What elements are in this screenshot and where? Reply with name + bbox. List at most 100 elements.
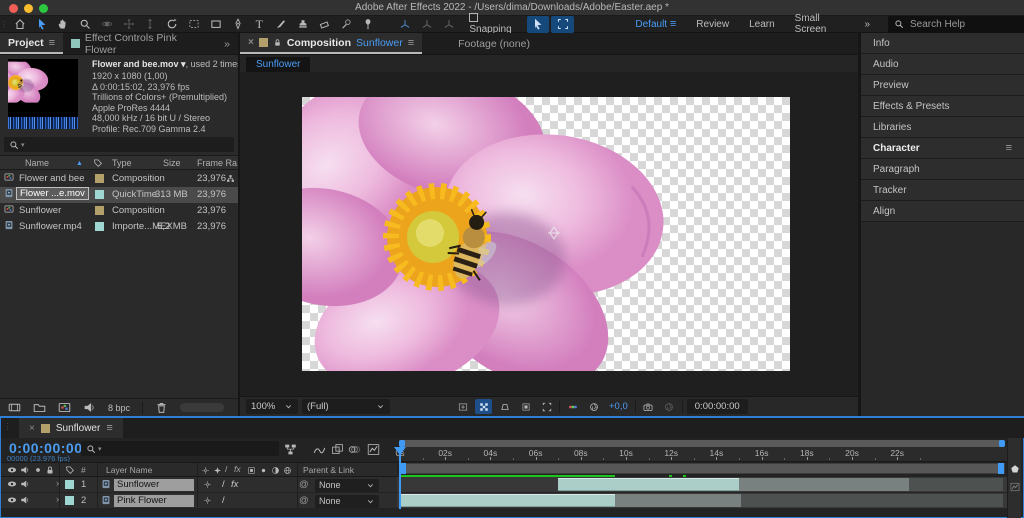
- sort-asc-icon[interactable]: ▲: [76, 160, 83, 167]
- panel-menu-icon[interactable]: ≡: [1006, 142, 1012, 154]
- layer-quality-switch[interactable]: /: [222, 479, 225, 490]
- rotation-tool[interactable]: [161, 16, 183, 33]
- item-label-chip[interactable]: [95, 206, 104, 215]
- guides-options-button[interactable]: [454, 399, 471, 414]
- snapping-toggle[interactable]: Snapping: [459, 13, 525, 35]
- lock-column-icon[interactable]: [45, 464, 55, 475]
- layer-label-chip[interactable]: [65, 480, 74, 489]
- eraser-tool[interactable]: [314, 16, 336, 33]
- crop-region-button[interactable]: [538, 399, 555, 414]
- show-snapshot-button[interactable]: [661, 399, 678, 414]
- col-name[interactable]: Name: [25, 158, 49, 168]
- roto-brush-tool[interactable]: [335, 16, 357, 33]
- panel-menu-icon[interactable]: ≡: [106, 422, 112, 434]
- navigator-end-handle[interactable]: [999, 440, 1005, 447]
- table-row[interactable]: Sunflower Composition 23,976: [0, 203, 238, 219]
- world-axis-mode[interactable]: [416, 16, 438, 33]
- col-layer-name[interactable]: Layer Name: [106, 465, 152, 475]
- item-label-chip[interactable]: [95, 174, 104, 183]
- item-name[interactable]: Flower ...e.mov: [16, 187, 89, 200]
- item-name[interactable]: Flower and bee: [16, 173, 87, 184]
- workspace-learn[interactable]: Learn: [739, 19, 785, 30]
- mask-visibility-toggle[interactable]: [496, 399, 513, 414]
- layer-row[interactable]: › 1 Sunflower / fx @ None: [1, 477, 397, 493]
- table-row[interactable]: Sunflower.mp4 Importe...MEX 5,2 MB 23,976: [0, 219, 238, 235]
- table-row[interactable]: Flower and bee Composition 23,976: [0, 171, 238, 187]
- divider[interactable]: [238, 33, 240, 416]
- layer-name[interactable]: Sunflower: [114, 479, 194, 491]
- item-label-chip[interactable]: [95, 190, 104, 199]
- rectangle-tool[interactable]: [205, 16, 227, 33]
- graph-editor-toggle-icon[interactable]: [367, 443, 380, 456]
- layer-visibility-toggle[interactable]: [7, 495, 17, 506]
- search-help-field[interactable]: Search Help: [888, 15, 1024, 33]
- search-options-icon[interactable]: ▾: [21, 141, 25, 149]
- viewer-timecode[interactable]: 0:00:00:00: [686, 399, 748, 414]
- label-column-icon[interactable]: [65, 464, 75, 475]
- layer-audio-toggle[interactable]: [20, 495, 30, 506]
- zoom-tool[interactable]: [74, 16, 96, 33]
- col-size[interactable]: Size: [163, 158, 181, 168]
- switch-star-icon[interactable]: [213, 465, 222, 475]
- layer-duration-bar[interactable]: [400, 494, 615, 507]
- exposure-value[interactable]: +0,0: [606, 401, 631, 412]
- playhead-handle[interactable]: [394, 447, 406, 461]
- sidebar-item-character[interactable]: Character ≡: [861, 138, 1024, 159]
- tab-composition-sunflower[interactable]: × Composition Sunflower ≡: [240, 33, 423, 54]
- view-axis-mode[interactable]: [438, 16, 460, 33]
- switch-globe-icon[interactable]: [283, 465, 292, 475]
- snap-option-2[interactable]: [551, 15, 575, 33]
- project-search-field[interactable]: ▾: [4, 137, 234, 152]
- frame-blending-toggle-icon[interactable]: [331, 443, 344, 456]
- sidebar-item-audio[interactable]: Audio: [861, 54, 1024, 75]
- switch-blur-icon[interactable]: [259, 465, 268, 475]
- close-tab-icon[interactable]: ×: [248, 37, 254, 48]
- magnification-select[interactable]: 100%: [246, 399, 298, 414]
- sidebar-item-tracker[interactable]: Tracker: [861, 180, 1024, 201]
- col-type[interactable]: Type: [112, 158, 132, 168]
- layer-duration-bar[interactable]: [558, 478, 739, 491]
- comp-button[interactable]: [1010, 482, 1020, 492]
- local-axis-mode[interactable]: [394, 16, 416, 33]
- workspace-overflow-button[interactable]: »: [854, 19, 880, 30]
- col-frame-rate[interactable]: Frame Ra..: [197, 158, 242, 168]
- sidebar-item-align[interactable]: Align: [861, 201, 1024, 222]
- col-parent-link[interactable]: Parent & Link: [303, 465, 354, 475]
- timeline-search-field[interactable]: ▾: [81, 441, 279, 456]
- workspace-small-screen[interactable]: Small Screen: [785, 13, 855, 35]
- item-name[interactable]: Sunflower: [16, 205, 64, 216]
- layer-anchor-switch[interactable]: [203, 495, 212, 506]
- puppet-pin-tool[interactable]: [357, 16, 379, 33]
- switch-quality-icon[interactable]: /: [225, 464, 227, 474]
- close-tab-icon[interactable]: ×: [29, 423, 35, 434]
- trash-icon[interactable]: [155, 401, 168, 414]
- parent-pickwhip-icon[interactable]: @: [299, 479, 309, 490]
- video-column-icon[interactable]: [7, 464, 17, 475]
- color-depth-button[interactable]: 8 bpc: [108, 403, 130, 413]
- parent-link-select[interactable]: None: [315, 478, 379, 492]
- home-tool[interactable]: [9, 16, 31, 33]
- switch-anchor-icon[interactable]: [201, 465, 210, 475]
- shy-layers-toggle-icon[interactable]: [313, 443, 326, 456]
- switch-fx-icon[interactable]: fx: [234, 464, 241, 474]
- divider[interactable]: [858, 33, 861, 416]
- sidebar-item-info[interactable]: Info: [861, 33, 1024, 54]
- layer-audio-toggle[interactable]: [20, 479, 30, 490]
- switch-half-icon[interactable]: [271, 465, 280, 475]
- layer-duration-bar-dimmed[interactable]: [614, 494, 742, 507]
- layer-track[interactable]: [397, 493, 1007, 509]
- sidebar-item-paragraph[interactable]: Paragraph: [861, 159, 1024, 180]
- dolly-camera-tool[interactable]: [140, 16, 162, 33]
- col-number[interactable]: #: [81, 465, 86, 475]
- transparency-grid-toggle[interactable]: [475, 399, 492, 414]
- search-options-icon[interactable]: ▾: [98, 445, 102, 453]
- parent-pickwhip-icon[interactable]: @: [299, 495, 309, 506]
- snap-option-1[interactable]: [526, 15, 550, 33]
- comp-marker-button[interactable]: [1010, 464, 1020, 474]
- channel-select-button[interactable]: [564, 399, 581, 414]
- audio-column-icon[interactable]: [20, 464, 30, 475]
- layer-row[interactable]: › 2 Pink Flower / @ None: [1, 493, 397, 509]
- sidebar-item-effects-presets[interactable]: Effects & Presets: [861, 96, 1024, 117]
- selection-tool[interactable]: [31, 16, 53, 33]
- camera-tool[interactable]: [183, 16, 205, 33]
